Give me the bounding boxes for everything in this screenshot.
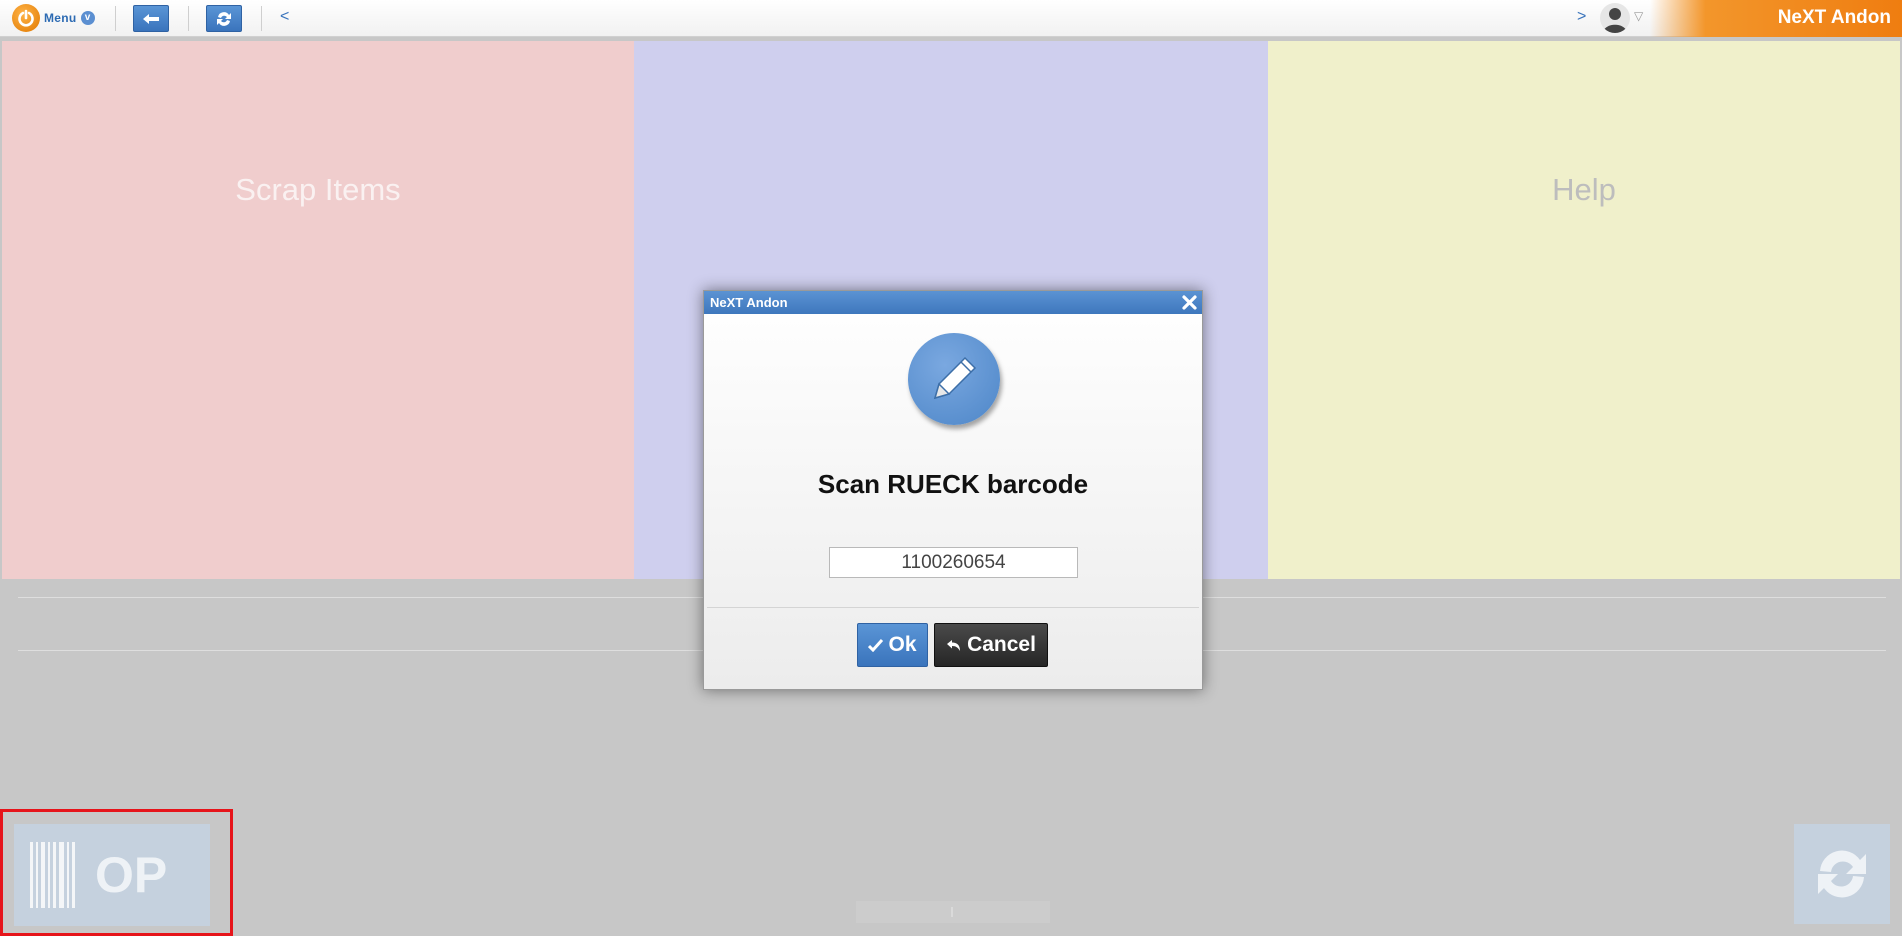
toolbar-divider [188,6,189,31]
toolbar-divider [261,6,262,31]
nav-next-arrow[interactable]: > [1577,8,1586,26]
help-tile[interactable]: Help [1268,41,1900,579]
menu-chevron-icon: v [80,11,95,25]
help-label: Help [1552,172,1616,207]
cancel-button[interactable]: Cancel [934,623,1048,667]
op-scan-button[interactable]: OP [14,824,210,926]
checkmark-icon [868,638,884,652]
dialog-divider [707,607,1199,608]
user-menu-caret-icon[interactable]: ▽ [1634,9,1643,23]
arrow-left-icon [143,13,159,24]
pencil-icon [908,333,1000,425]
ok-label: Ok [888,633,917,656]
sync-icon [217,11,231,26]
scrap-items-tile[interactable]: Scrap Items [2,41,634,579]
scan-dialog: NeXT Andon Scan RUECK barcode Ok Cancel [703,290,1203,690]
top-bar: Menu v < > ▽ NeXT Andon [0,0,1902,37]
toolbar-divider [115,6,116,31]
power-logo-icon [12,4,40,32]
dialog-title: NeXT Andon [710,295,788,310]
reply-arrow-icon [947,639,961,651]
dialog-message: Scan RUECK barcode [817,469,1089,499]
cancel-label: Cancel [967,633,1036,656]
scrap-items-label: Scrap Items [235,172,401,207]
barcode-icon [30,842,75,908]
close-icon[interactable] [1180,293,1199,312]
dialog-titlebar: NeXT Andon [704,291,1202,314]
user-avatar-icon[interactable] [1600,3,1630,33]
brand-title: NeXT Andon [1650,0,1902,37]
back-button[interactable] [133,5,169,32]
barcode-input[interactable] [829,547,1078,578]
nav-prev-arrow[interactable]: < [280,8,289,26]
ok-button[interactable]: Ok [857,623,928,667]
refresh-icon [1818,850,1866,898]
bottom-handle[interactable] [856,901,1050,923]
menu-button[interactable]: Menu v [12,4,95,32]
menu-label: Menu [44,11,77,25]
sync-button[interactable] [206,5,242,32]
refresh-button[interactable] [1794,824,1890,924]
op-label: OP [95,847,168,903]
